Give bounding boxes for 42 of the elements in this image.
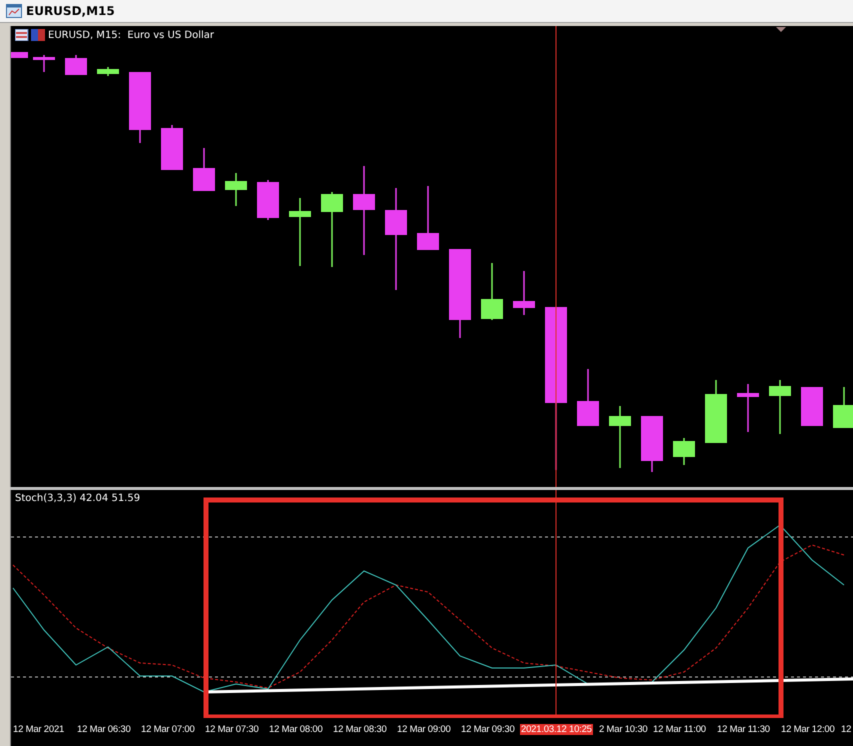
bullish-candle [225,173,247,206]
time-label: 12 Mar 11:00 [653,724,706,735]
bearish-candle [193,148,215,191]
chart-icon [15,29,45,41]
time-label: 12 Mar 07:30 [205,724,259,735]
bullish-candle [481,263,503,320]
bearish-candle [129,72,151,143]
time-label: 12 Mar 06:30 [77,724,131,735]
chart-header: EURUSD, M15: Euro vs US Dollar [48,30,214,40]
bullish-candle [289,198,311,266]
bearish-candle [257,180,279,220]
indicator-label: Stoch(3,3,3) 42.04 51.59 [15,493,140,504]
crosshair-time-label: 2021.03.12 10:25 [520,724,593,735]
bearish-candle [161,125,183,170]
time-label: 12 Mar 07:00 [141,724,195,735]
bearish-candle [11,52,28,58]
time-label: 12 Mar 11:30 [717,724,770,735]
bullish-candle [833,387,853,428]
bullish-candle [769,380,791,434]
time-label: 12 Mar 08:30 [333,724,387,735]
bearish-candle [577,369,599,426]
bullish-candle [97,67,119,76]
bearish-candle [417,186,439,250]
bearish-candle [801,387,823,426]
bearish-candle [65,55,87,75]
bearish-candle [737,384,759,432]
window-title: EURUSD,M15 [26,4,115,18]
time-label: 12 Mar 2021 [13,724,64,735]
bearish-candle [513,271,535,315]
time-label: 12 Mar 12:00 [781,724,835,735]
time-label: 12 Mar 09:30 [461,724,515,735]
time-label: 12 [841,724,852,735]
bullish-candle [609,406,631,468]
shift-marker-icon [776,27,786,32]
chart-window-icon [6,4,22,18]
bullish-candle [673,438,695,465]
bearish-candle [641,416,663,472]
time-label: 12 Mar 09:00 [397,724,451,735]
time-label: 12 Mar 08:00 [269,724,323,735]
bearish-candle [33,55,55,72]
time-label: 2 Mar 10:30 [599,724,648,735]
bullish-candle [705,380,727,443]
